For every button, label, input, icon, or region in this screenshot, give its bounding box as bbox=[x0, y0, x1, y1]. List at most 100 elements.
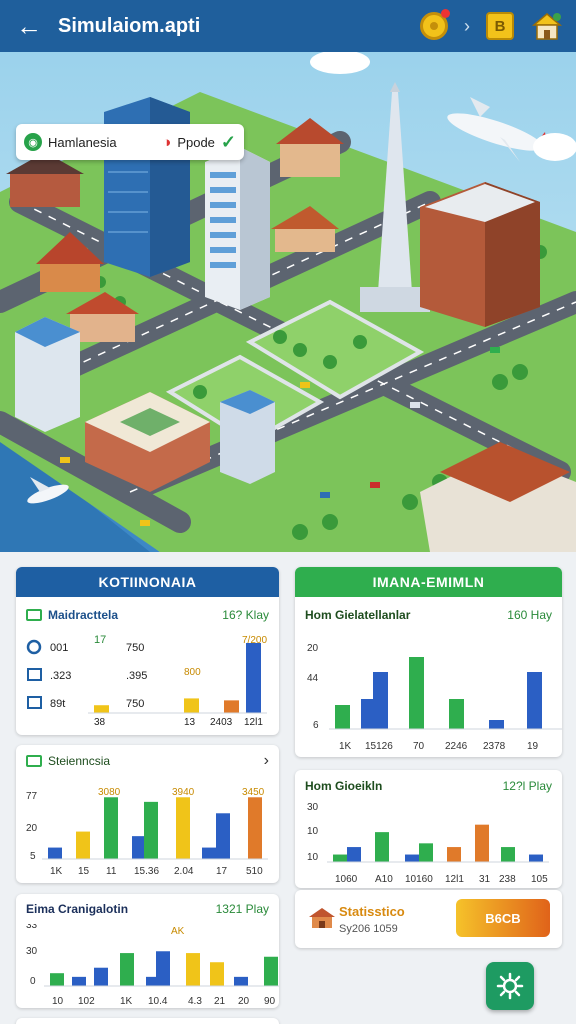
chart-bar bbox=[375, 832, 389, 862]
back-arrow-icon[interactable]: ← bbox=[12, 9, 46, 43]
gear-icon bbox=[26, 639, 42, 655]
chart-bar bbox=[94, 967, 108, 986]
x-label-2: 11 bbox=[106, 866, 117, 877]
book-icon-label: B bbox=[494, 17, 506, 35]
location-chip[interactable]: ◉ Hamlanesia ◑ Ppode ✓ bbox=[16, 124, 244, 160]
chevron-right-icon[interactable]: › bbox=[464, 16, 470, 37]
top-label: AK bbox=[171, 926, 185, 937]
left-stat-2: 89t bbox=[50, 698, 65, 710]
chart-bar bbox=[76, 831, 90, 859]
x-label-0: 1060 bbox=[335, 874, 358, 885]
card-icon bbox=[27, 696, 42, 709]
manaemimln-card: IMANA-EMIMLN Hom Gielatellanlar 160 Hay … bbox=[295, 567, 562, 757]
chart-bar bbox=[335, 705, 350, 729]
kotinonaia-header: KOTIINONAIA bbox=[16, 567, 279, 597]
hom-gioeikin-title-row: Hom Gioeikln 12?l Play bbox=[295, 770, 562, 802]
speed-gauge-icon: ◑ bbox=[162, 133, 172, 151]
statistics-card: Statisstico Sy206 1059 B6CB bbox=[295, 890, 562, 948]
axis-label-2: 12l1 bbox=[244, 717, 263, 728]
box-icon bbox=[27, 668, 42, 681]
home-icon[interactable] bbox=[530, 9, 564, 43]
x-label-6: 510 bbox=[246, 866, 263, 877]
y-label-0: 20 bbox=[307, 643, 319, 654]
y-label-0: 77 bbox=[26, 791, 38, 802]
chart-bar bbox=[184, 698, 199, 713]
chart-bar bbox=[475, 824, 489, 862]
statistics-subtitle: Sy206 1059 bbox=[339, 923, 398, 935]
left-stat-0: 001 bbox=[50, 642, 68, 654]
chart-bar bbox=[501, 847, 515, 862]
chip-right-label: Ppode bbox=[177, 134, 215, 150]
top-label-2: 3450 bbox=[242, 787, 265, 798]
x-label-5: 17 bbox=[216, 866, 228, 877]
chart-bar bbox=[120, 953, 134, 986]
manaemimln-title-row: Hom Gielatellanlar 160 Hay bbox=[295, 597, 562, 633]
chart-bar bbox=[72, 976, 86, 986]
chart-bar bbox=[210, 962, 224, 986]
x-label-0: 1K bbox=[339, 741, 352, 752]
x-label-0: 10 bbox=[52, 996, 64, 1007]
x-label-4: 31 bbox=[479, 874, 491, 885]
chevron-right-icon[interactable]: › bbox=[264, 752, 269, 770]
chart-bar bbox=[409, 657, 424, 729]
manaemimln-bars bbox=[329, 657, 562, 730]
city-map-view[interactable]: ◉ Hamlanesia ◑ Ppode ✓ bbox=[0, 52, 576, 552]
mid-stat-0: 750 bbox=[126, 642, 144, 654]
chart-bar bbox=[246, 643, 261, 713]
chart-bar bbox=[333, 854, 347, 862]
chart-bar bbox=[156, 951, 170, 986]
leaf-icon bbox=[26, 755, 42, 767]
x-label-1: 15 bbox=[78, 866, 90, 877]
eima-title: Eima Cranigalotin bbox=[26, 902, 129, 916]
x-label-3: 15.36 bbox=[134, 866, 159, 877]
manaemimln-header: IMANA-EMIMLN bbox=[295, 567, 562, 597]
chart-bar bbox=[48, 847, 62, 859]
mid-top-label: 17 bbox=[94, 634, 106, 646]
y-label-2: 6 bbox=[313, 720, 319, 731]
top-label-0: 74140 bbox=[403, 633, 431, 636]
x-label-5: 19 bbox=[527, 741, 539, 752]
hom-gioeikin-chart: 30 10 10 1060 A10 10160 12l1 31 238 105 bbox=[307, 802, 549, 885]
chart-bar bbox=[405, 854, 419, 862]
x-label-4: 2.04 bbox=[174, 866, 194, 877]
mid-bottom-label: 38 bbox=[94, 717, 106, 728]
app-title: Simulaiom.apti bbox=[58, 14, 201, 37]
chart-bar bbox=[132, 836, 146, 859]
x-label-7: 90 bbox=[264, 996, 276, 1007]
statistics-button[interactable]: B6CB bbox=[456, 899, 550, 937]
chart-bar bbox=[447, 847, 461, 862]
stelenscia-title-row: Steienncsia › bbox=[16, 745, 279, 777]
kotinonaia-value: 16? Klay bbox=[222, 608, 269, 622]
axis-label-0: 13 bbox=[184, 717, 196, 728]
y-label-0: 33 bbox=[26, 924, 38, 931]
x-label-1: A10 bbox=[375, 874, 393, 885]
chart-bar bbox=[216, 813, 230, 859]
chart-bar bbox=[347, 847, 361, 862]
x-label-5: 238 bbox=[499, 874, 516, 885]
mid-stat-1: .395 bbox=[126, 670, 147, 682]
y-label-1: 44 bbox=[307, 673, 319, 684]
chart-bar bbox=[144, 801, 158, 859]
chart-bar bbox=[94, 705, 109, 713]
coin-icon[interactable] bbox=[420, 9, 450, 40]
y-label-2: 5 bbox=[30, 851, 36, 862]
stelenscia-card[interactable]: Steienncsia › 77 20 5 3080 3940 3450 1K … bbox=[16, 745, 279, 883]
book-icon[interactable]: B bbox=[486, 12, 514, 40]
statistics-title: Statisstico bbox=[339, 904, 405, 919]
hom-gioeikin-bars bbox=[327, 824, 549, 863]
stelenscia-title: Steienncsia bbox=[48, 754, 111, 768]
y-label-2: 10 bbox=[307, 852, 319, 863]
chart-bar bbox=[449, 699, 464, 729]
y-label-0: 30 bbox=[307, 802, 319, 813]
eima-card: Eima Cranigalotin 1321 Play 33 30 0 AK 1… bbox=[16, 894, 279, 1008]
partial-card bbox=[16, 1018, 279, 1024]
list-icon bbox=[26, 609, 42, 621]
x-label-3: 10.4 bbox=[148, 996, 168, 1007]
settings-fab[interactable] bbox=[486, 962, 534, 1010]
house-icon bbox=[309, 908, 335, 928]
eima-value: 1321 Play bbox=[215, 902, 269, 916]
chart-bar bbox=[264, 956, 278, 986]
kotinonaia-bars bbox=[88, 643, 267, 714]
y-label-2: 0 bbox=[30, 976, 36, 987]
stelenscia-chart: 77 20 5 3080 3940 3450 1K 15 11 15.36 2.… bbox=[26, 787, 268, 877]
